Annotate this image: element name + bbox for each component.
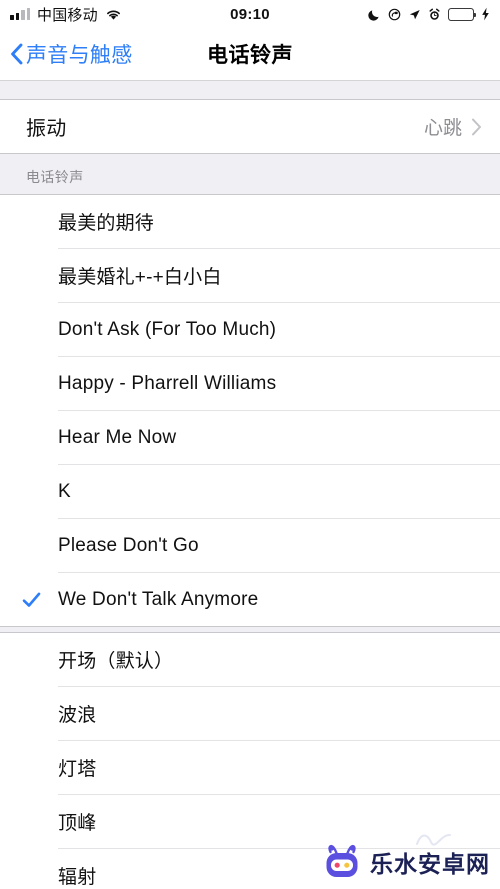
do-not-disturb-moon-icon xyxy=(368,8,381,21)
rotation-lock-icon xyxy=(388,8,401,21)
chevron-right-icon xyxy=(471,118,482,136)
section-divider xyxy=(0,626,500,633)
status-bar: 中国移动 09:10 xyxy=(0,0,500,28)
signal-bars-icon xyxy=(10,8,30,20)
carrier-label: 中国移动 xyxy=(37,6,98,24)
page-title: 电话铃声 xyxy=(207,44,293,67)
alarm-clock-icon xyxy=(428,8,441,21)
group-spacer-top xyxy=(0,81,500,99)
custom-ringtone-list: 最美的期待最美婚礼+-+白小白 Don't Ask (For Too Much) H… xyxy=(0,195,500,626)
ringtone-label: Happy - Pharrell Williams xyxy=(58,372,277,394)
status-bar-right xyxy=(368,7,490,21)
wifi-icon xyxy=(105,8,122,21)
ringtone-label: K xyxy=(58,480,71,502)
ringtone-label: 灯塔 xyxy=(58,759,97,780)
location-arrow-icon xyxy=(408,8,421,21)
status-bar-left: 中国移动 xyxy=(10,4,122,25)
ringtone-settings-screen: 中国移动 09:10 声音与触感 电话铃声 振动 心跳 电话铃声 最美的期待 最… xyxy=(0,0,500,889)
ringtone-row[interactable]: K xyxy=(0,465,500,518)
ringtone-row[interactable]: 灯塔 xyxy=(0,741,500,794)
ringtone-label: 最美婚礼+-+白小白 xyxy=(58,267,222,288)
section-header: 电话铃声 xyxy=(0,154,500,194)
vibration-value: 心跳 xyxy=(423,118,462,139)
ringtone-row[interactable]: Hear Me Now xyxy=(0,411,500,464)
watermark-swoosh-icon xyxy=(416,831,452,847)
back-button-label: 声音与触感 xyxy=(26,44,133,67)
chevron-left-icon xyxy=(10,43,23,65)
back-button[interactable]: 声音与触感 xyxy=(10,39,133,69)
vibration-row[interactable]: 振动 心跳 xyxy=(0,100,500,153)
vibration-label: 振动 xyxy=(26,118,67,140)
ringtone-label: Don't Ask (For Too Much) xyxy=(58,318,277,340)
vibration-value-group: 心跳 xyxy=(424,113,482,140)
ringtone-label: Hear Me Now xyxy=(58,426,177,448)
ringtone-label: We Don't Talk Anymore xyxy=(58,588,259,610)
battery-icon xyxy=(448,7,477,21)
ringtone-label: Please Don't Go xyxy=(58,534,199,556)
ringtone-label: 辐射 xyxy=(58,867,97,888)
checkmark-icon xyxy=(22,590,41,609)
ringtone-label: 顶峰 xyxy=(58,813,97,834)
navigation-bar: 声音与触感 电话铃声 xyxy=(0,28,500,80)
ringtone-row[interactable]: We Don't Talk Anymore xyxy=(0,573,500,626)
clock-label: 09:10 xyxy=(230,5,270,23)
ringtone-row[interactable]: Happy - Pharrell Williams xyxy=(0,357,500,410)
charging-bolt-icon xyxy=(481,7,490,21)
ringtone-row[interactable]: Please Don't Go xyxy=(0,519,500,572)
ringtone-label: 开场（默认） xyxy=(58,651,174,672)
section-header-label: 电话铃声 xyxy=(26,169,84,185)
ringtone-row[interactable]: 最美婚礼+-+白小白 xyxy=(0,249,500,302)
ringtone-label: 最美的期待 xyxy=(58,213,155,234)
ringtone-row[interactable]: 波浪 xyxy=(0,687,500,740)
ringtone-row[interactable]: Don't Ask (For Too Much) xyxy=(0,303,500,356)
ringtone-row[interactable]: 最美的期待 xyxy=(0,195,500,248)
ringtone-label: 波浪 xyxy=(58,705,97,726)
ringtone-row[interactable]: 开场（默认） xyxy=(0,633,500,686)
ringtone-row[interactable]: 辐射 xyxy=(0,849,500,889)
default-ringtone-list: 开场（默认） 波浪灯塔顶峰辐射 xyxy=(0,633,500,889)
